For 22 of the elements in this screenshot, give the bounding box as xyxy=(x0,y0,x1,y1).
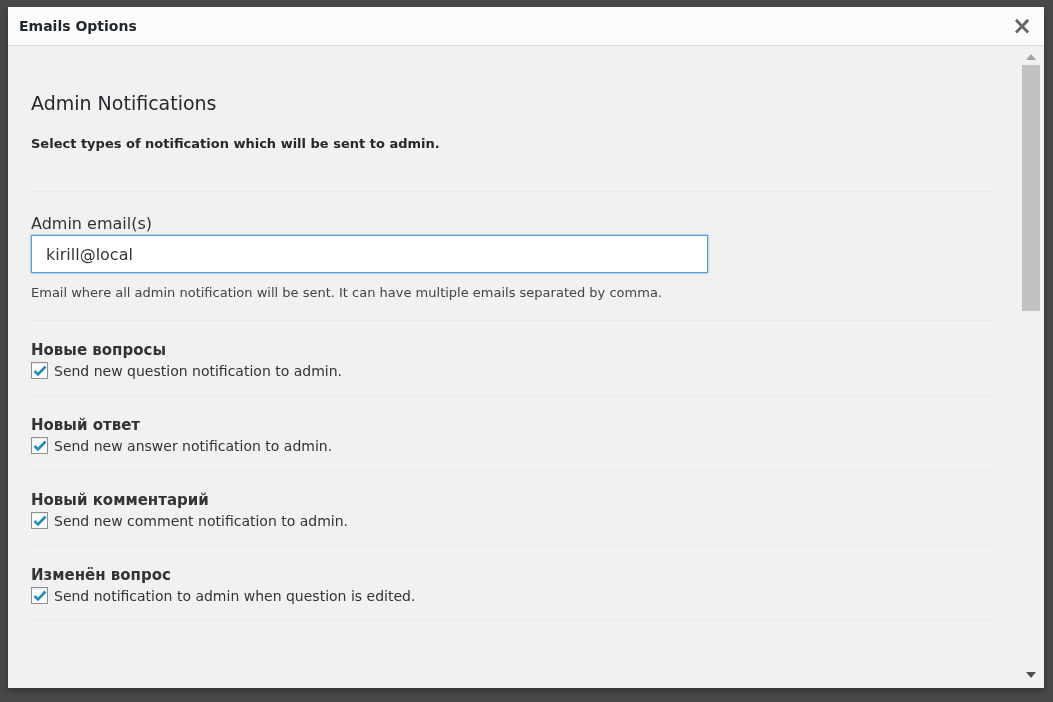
checkbox[interactable] xyxy=(31,362,48,379)
section-heading: Admin Notifications xyxy=(31,92,218,114)
scroll-up-icon[interactable] xyxy=(1026,54,1036,60)
option-heading: Новые вопросы xyxy=(31,340,167,360)
help-text: Email where all admin notification will be sent. It can have multiple emails separated by comma. xyxy=(31,285,663,300)
email-input[interactable]: kirill@local xyxy=(31,235,708,273)
option-heading: Изменён вопрос xyxy=(31,565,172,585)
dialog-title: Emails Options xyxy=(19,18,137,34)
checkbox[interactable] xyxy=(31,587,48,604)
checkbox-label: Send new answer notification to admin. xyxy=(54,437,333,454)
checkbox-label: Send new question notification to admin. xyxy=(54,362,343,379)
section-description: Select types of notification which will be sent to admin. xyxy=(31,136,441,151)
checkbox[interactable] xyxy=(31,437,48,454)
option-heading: Новый комментарий xyxy=(31,490,210,510)
checkbox[interactable] xyxy=(31,512,48,529)
option-heading: Новый ответ xyxy=(31,415,141,435)
field-label: Admin email(s) xyxy=(31,214,154,234)
scrollbar-thumb[interactable] xyxy=(1022,65,1040,311)
scroll-down-icon[interactable] xyxy=(1026,672,1036,678)
close-button[interactable]: × xyxy=(1007,14,1036,38)
checkbox-label: Send notification to admin when question is edited. xyxy=(54,587,416,604)
checkbox-label: Send new comment notification to admin. xyxy=(54,512,349,529)
